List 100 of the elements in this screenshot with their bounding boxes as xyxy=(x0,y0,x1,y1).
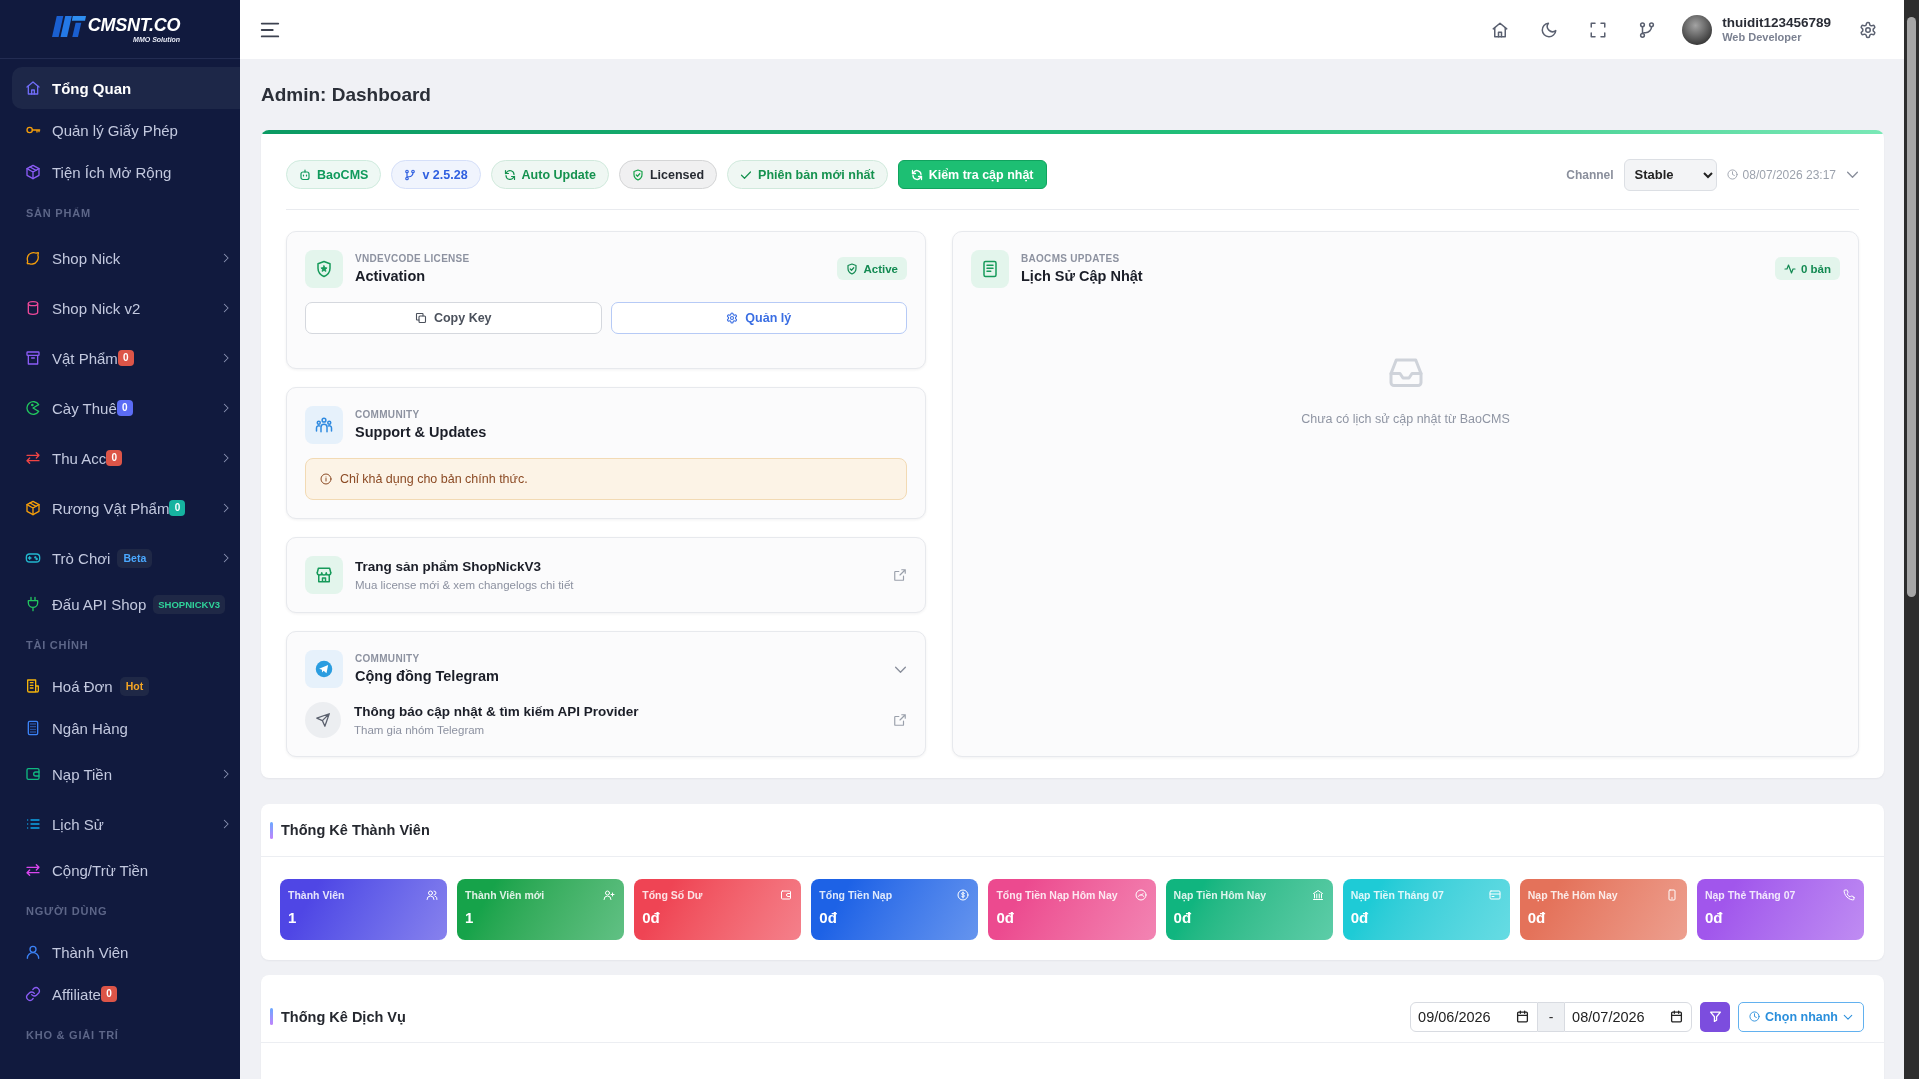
avatar[interactable] xyxy=(1682,14,1713,45)
cylinder-icon xyxy=(25,300,41,316)
clock-icon xyxy=(1749,1011,1761,1022)
clock-icon xyxy=(1726,169,1738,180)
nav-item[interactable]: Hoá Đơn Hot xyxy=(12,665,240,707)
stat-value: 0đ xyxy=(1173,909,1192,926)
external-link-icon xyxy=(893,568,907,582)
nav-item[interactable]: Shop Nick v2 xyxy=(12,283,240,333)
card-eyebrow: VNDEVCODE LICENSE xyxy=(355,252,470,265)
info-icon xyxy=(320,473,332,485)
calendar-icon[interactable] xyxy=(1670,1010,1684,1023)
logo-mark-icon xyxy=(51,14,86,38)
nav-item[interactable]: Rương Vật Phẩm 0 xyxy=(12,483,240,533)
wallet-icon xyxy=(25,766,41,782)
nav-item[interactable]: Tổng Quan xyxy=(12,67,240,109)
users-icon xyxy=(426,889,439,901)
badge-label: Auto Update xyxy=(521,167,596,182)
count-badge: 0 xyxy=(116,400,133,416)
wallet-icon xyxy=(780,889,793,901)
nav-item[interactable]: Cày Thuê 0 xyxy=(12,383,240,433)
nav-item[interactable]: Quản lý Giấy Phép xyxy=(12,109,240,151)
section-heading: KHO & GIẢI TRÍ xyxy=(26,1028,119,1043)
dollar-coin-icon xyxy=(957,889,970,901)
settings-icon[interactable] xyxy=(1859,20,1877,39)
section-title: Thống Kê Thành Viên xyxy=(281,822,430,838)
filter-icon xyxy=(1708,1010,1722,1023)
date-field[interactable]: 08/07/2026 xyxy=(1564,1001,1693,1032)
nav-item[interactable]: Affiliate 0 xyxy=(12,973,240,1015)
nav-item[interactable]: Thành Viên xyxy=(12,931,240,973)
stat-label: Tổng Tiền Nạp Hôm Nay xyxy=(996,889,1118,901)
copy-button[interactable]: Copy Key xyxy=(305,302,602,334)
tag-badge: SHOPNICKV3 xyxy=(153,594,225,614)
card-title: Cộng đồng Telegram xyxy=(355,667,499,686)
cube-icon xyxy=(25,164,41,180)
scrollbar-track[interactable] xyxy=(1904,0,1919,1079)
link-subtitle: Tham gia nhóm Telegram xyxy=(354,722,486,738)
nav-item[interactable]: Shop Nick xyxy=(12,233,240,283)
stat-label: Thành Viên xyxy=(288,889,345,901)
user-role: Web Developer xyxy=(1722,31,1803,44)
badge-label: Phiên bản mới nhất xyxy=(758,167,875,182)
scrollbar-thumb[interactable] xyxy=(1907,17,1916,597)
swap-arrows-icon xyxy=(25,450,41,466)
stat-label: Nạp Thẻ Tháng 07 xyxy=(1704,889,1796,901)
copy-icon xyxy=(414,312,427,324)
external-link-icon xyxy=(893,713,907,727)
bank-icon xyxy=(1311,889,1324,901)
telegram-link-row[interactable]: Thông báo cập nhật & tìm kiếm API Provider Tham gia nhóm Telegram xyxy=(305,702,907,738)
nav-item[interactable]: Lịch Sử xyxy=(12,799,240,849)
section-heading: TÀI CHÍNH xyxy=(26,638,89,653)
phone-icon xyxy=(1843,889,1855,901)
swap-arrows-icon xyxy=(25,862,41,878)
section-heading: SẢN PHẨM xyxy=(26,206,91,221)
users-icon xyxy=(305,406,343,444)
plug-icon xyxy=(25,596,41,612)
manage-button[interactable]: Quản lý xyxy=(610,302,907,334)
stat-value: 0đ xyxy=(1527,909,1546,926)
branch-icon xyxy=(404,168,417,181)
date-field[interactable]: 09/06/2026 xyxy=(1410,1001,1539,1032)
tag-badge: Beta xyxy=(117,548,153,568)
product-link-card[interactable]: Trang sản phẩm ShopNickV3 Mua license mới & xem changelogs chi tiết xyxy=(286,537,926,613)
badge-label: v 2.5.28 xyxy=(422,167,468,182)
gear-icon xyxy=(726,312,739,324)
filter-button[interactable] xyxy=(1700,1001,1731,1032)
link-icon xyxy=(25,986,41,1002)
building-icon xyxy=(25,720,41,736)
nav-item[interactable]: Trò Chơi Beta xyxy=(12,533,240,583)
user-icon xyxy=(25,944,41,960)
nav-item[interactable]: Thu Acc 0 xyxy=(12,433,240,483)
nav-item[interactable]: Đấu API Shop SHOPNICKV3 xyxy=(12,583,240,625)
package-icon xyxy=(25,500,41,516)
check-icon xyxy=(740,168,753,181)
smartphone-icon xyxy=(1665,889,1678,901)
link-title: Thông báo cập nhật & tìm kiếm API Provider xyxy=(354,702,639,721)
fullscreen-icon[interactable] xyxy=(1589,20,1608,39)
stat-value: 0đ xyxy=(642,909,660,926)
nav-item[interactable]: Tiện Ích Mở Rộng xyxy=(12,151,240,193)
stat-label: Nạp Tiền Tháng 07 xyxy=(1350,889,1444,901)
invoice-icon xyxy=(25,678,41,694)
link-subtitle: Mua license mới & xem changelogs chi tiết xyxy=(355,577,574,593)
calendar-icon[interactable] xyxy=(1516,1010,1530,1023)
store-icon xyxy=(305,556,343,594)
badge-label: 0 bản xyxy=(1800,262,1831,275)
section-heading: NGƯỜI DÙNG xyxy=(26,904,108,919)
lemon-icon xyxy=(25,250,41,266)
stat-label: Tổng Số Dư xyxy=(642,889,703,901)
moon-icon[interactable] xyxy=(1540,20,1559,39)
count-badge: 0 xyxy=(117,350,134,366)
nav-item[interactable]: Ngân Hàng xyxy=(12,707,240,749)
nav-item[interactable]: Nạp Tiền xyxy=(12,749,240,799)
branch-icon[interactable] xyxy=(1638,20,1657,39)
notice-text: Chỉ khả dụng cho bản chính thức. xyxy=(340,472,528,486)
stat-value: 0đ xyxy=(996,909,1014,926)
home-icon[interactable] xyxy=(1491,20,1510,39)
nav-item[interactable]: Vật Phẩm 0 xyxy=(12,333,240,383)
nav-item[interactable]: Cộng/Trừ Tiền xyxy=(12,849,240,891)
channel-select[interactable]: Stable xyxy=(1623,158,1717,191)
quick-range-button[interactable]: Chọn nhanh xyxy=(1738,1001,1864,1032)
card-eyebrow: COMMUNITY xyxy=(355,652,421,665)
count-badge: 0 xyxy=(169,500,186,516)
badge-label: BaoCMS xyxy=(317,167,369,182)
